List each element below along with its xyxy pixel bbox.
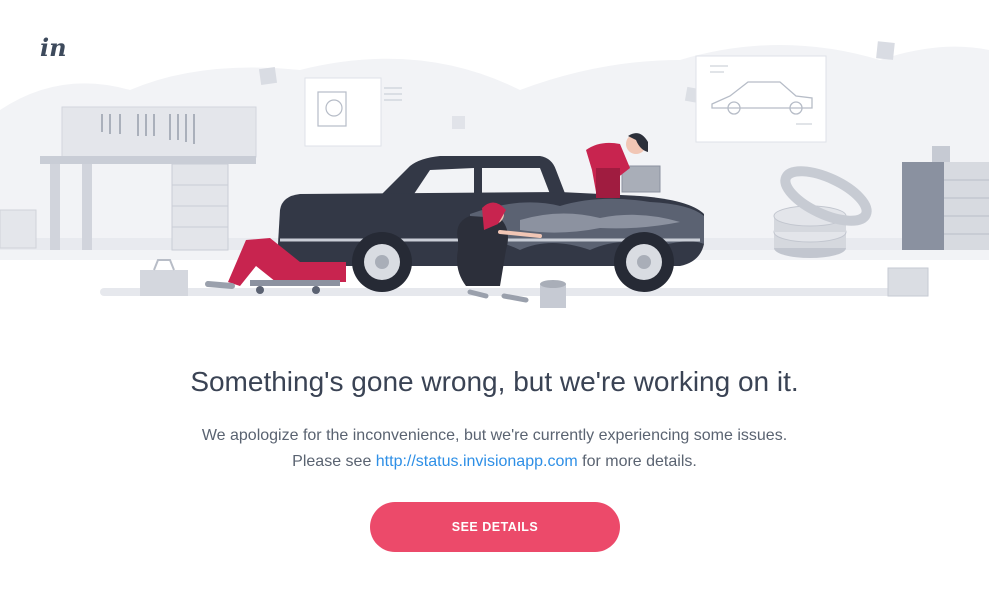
car-hubcap-center xyxy=(637,255,651,269)
status-link[interactable]: http://status.invisionapp.com xyxy=(376,453,578,470)
car-window xyxy=(482,168,550,194)
cabinet-item xyxy=(932,146,950,162)
workbench-leg xyxy=(50,164,60,250)
workbench-top xyxy=(40,156,256,164)
cardboard-box xyxy=(887,267,929,297)
toolbox-handle xyxy=(153,259,175,271)
toolbox xyxy=(140,270,188,296)
tool-cabinet-face xyxy=(944,162,989,250)
error-page: in Something's gone wrong, but we're wor… xyxy=(0,0,989,615)
storage-box xyxy=(0,209,37,249)
status-prefix-text: Please see xyxy=(292,453,376,470)
workbench-drawers xyxy=(171,163,229,251)
see-details-button[interactable]: SEE DETAILS xyxy=(370,502,620,552)
creeper-wheel xyxy=(312,286,320,294)
paper-square xyxy=(258,66,278,86)
engine-part xyxy=(621,165,661,193)
painter-body xyxy=(457,216,508,286)
blueprint-car xyxy=(695,55,827,143)
mechanic-legs xyxy=(596,168,620,198)
paper-square xyxy=(876,41,895,60)
invision-logo[interactable]: in xyxy=(40,36,67,60)
pegboard xyxy=(61,106,257,158)
apology-text: We apologize for the inconvenience, but … xyxy=(201,427,788,444)
mechanic-shoe xyxy=(205,281,235,289)
creeper-wheel xyxy=(256,286,264,294)
workbench-leg xyxy=(82,164,92,250)
painter-shoe xyxy=(501,293,529,303)
paper-square xyxy=(452,116,465,129)
blueprint-engine xyxy=(304,77,382,147)
error-message: We apologize for the inconvenience, but … xyxy=(0,423,989,475)
status-suffix-text: for more details. xyxy=(577,453,697,470)
car-hubcap-center xyxy=(375,255,389,269)
error-headline: Something's gone wrong, but we're workin… xyxy=(190,366,799,397)
garage-illustration xyxy=(0,41,989,308)
paint-bucket-rim xyxy=(540,280,566,288)
creeper-board xyxy=(250,280,340,286)
